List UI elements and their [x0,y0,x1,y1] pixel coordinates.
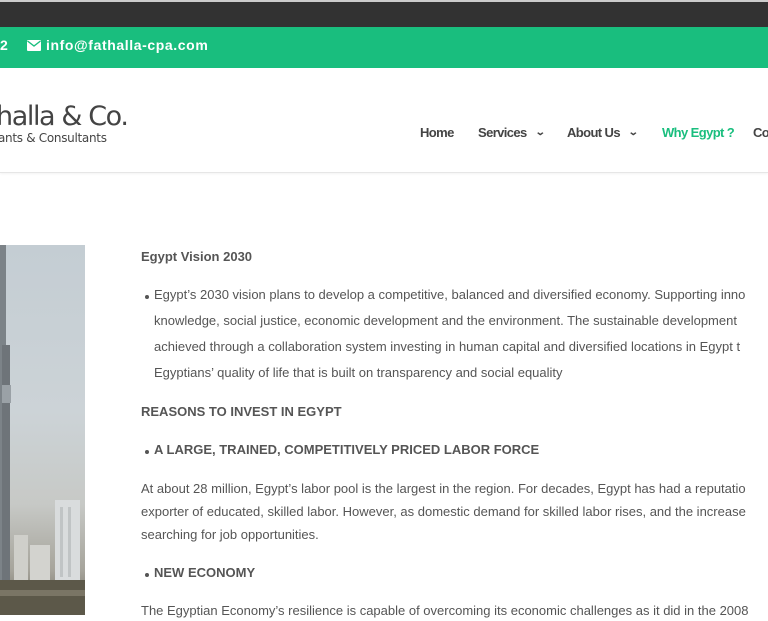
nav-why-egypt-label: Why Egypt ? [662,125,735,140]
phone-number[interactable]: 2 [0,37,8,53]
logo-name[interactable]: halla & Co. [0,101,129,132]
nav-services[interactable]: Services ⌄ [478,125,546,140]
nav-home[interactable]: Home [420,125,454,140]
vision-line: Egypt’s 2030 vision plans to develop a c… [154,287,746,302]
nav-why-egypt[interactable]: Why Egypt ? [662,125,735,140]
article-title: Egypt Vision 2030 [141,249,253,264]
nav-contact-label: Co [753,125,768,140]
labor-heading: A LARGE, TRAINED, COMPETITIVELY PRICED L… [154,442,540,457]
list-bullet [145,450,149,454]
list-bullet [145,295,149,299]
chevron-down-icon: ⌄ [534,127,546,138]
labor-line: searching for job opportunities. [141,527,319,542]
vision-line: knowledge, social justice, economic deve… [154,313,737,328]
email-link[interactable]: info@fathalla-cpa.com [27,37,208,53]
nav-about-us[interactable]: About Us ⌄ [567,125,639,140]
nav-contact[interactable]: Co [753,125,768,140]
nav-home-label: Home [420,125,454,140]
cairo-skyline-image [0,245,85,615]
economy-heading: NEW ECONOMY [154,565,256,580]
nav-about-label: About Us [567,125,621,140]
email-text: info@fathalla-cpa.com [46,37,209,53]
economy-line: The Egyptian Economy’s resilience is cap… [141,603,749,618]
logo-tagline: ants & Consultants [0,131,107,145]
vision-line: Egyptians’ quality of life that is built… [154,365,563,380]
vision-line: achieved through a collaboration system … [154,339,741,354]
reasons-heading: REASONS TO INVEST IN EGYPT [141,404,342,419]
envelope-icon [27,39,41,51]
labor-line: At about 28 million, Egypt’s labor pool … [141,481,746,496]
labor-line: exporter of educated, skilled labor. How… [141,504,746,519]
list-bullet [145,573,149,577]
nav-services-label: Services [478,125,527,140]
chevron-down-icon: ⌄ [627,127,639,138]
top-dark-bar [0,0,768,27]
